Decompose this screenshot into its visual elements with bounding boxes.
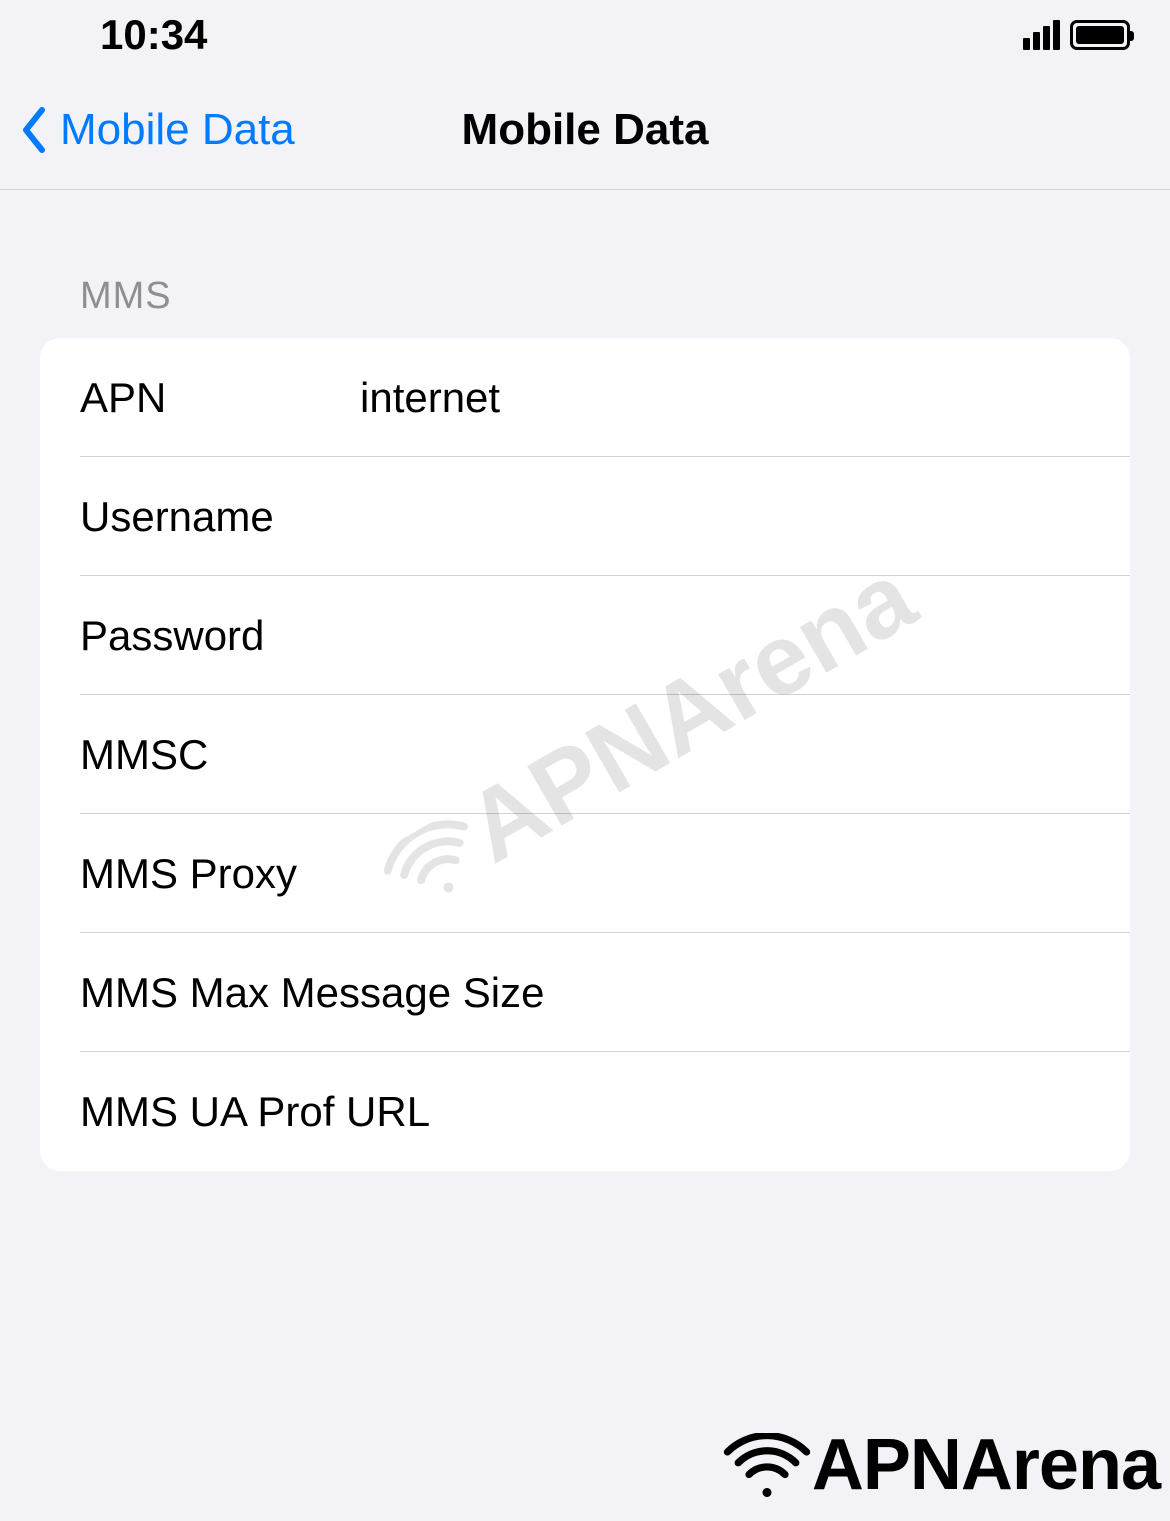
apn-row[interactable]: APN [40, 338, 1130, 457]
page-title: Mobile Data [462, 105, 709, 155]
back-button[interactable]: Mobile Data [20, 105, 295, 155]
username-label: Username [80, 493, 360, 541]
username-input[interactable] [360, 493, 1090, 541]
password-label: Password [80, 612, 360, 660]
mms-ua-input[interactable] [430, 1088, 1090, 1136]
mms-proxy-label: MMS Proxy [80, 850, 297, 898]
mmsc-input[interactable] [360, 731, 1090, 779]
watermark-bottom: APNArena [722, 1424, 1160, 1506]
mmsc-label: MMSC [80, 731, 360, 779]
watermark-text: APNArena [812, 1424, 1160, 1506]
mms-ua-row[interactable]: MMS UA Prof URL [40, 1052, 1130, 1171]
password-input[interactable] [360, 612, 1090, 660]
mms-max-input[interactable] [544, 969, 1090, 1017]
apn-label: APN [80, 374, 360, 422]
battery-icon [1070, 20, 1130, 50]
mmsc-row[interactable]: MMSC [40, 695, 1130, 814]
mms-max-row[interactable]: MMS Max Message Size [40, 933, 1130, 1052]
settings-group-mms: APN Username Password MMSC MMS Proxy MMS… [40, 338, 1130, 1171]
mms-proxy-row[interactable]: MMS Proxy [40, 814, 1130, 933]
mms-proxy-input[interactable] [297, 850, 1090, 898]
status-time: 10:34 [100, 11, 207, 59]
back-label: Mobile Data [60, 105, 295, 155]
cellular-signal-icon [1023, 20, 1060, 50]
navigation-header: Mobile Data Mobile Data [0, 70, 1170, 190]
username-row[interactable]: Username [40, 457, 1130, 576]
mms-ua-label: MMS UA Prof URL [80, 1088, 430, 1136]
password-row[interactable]: Password [40, 576, 1130, 695]
wifi-icon [722, 1433, 812, 1498]
status-bar: 10:34 [0, 0, 1170, 70]
content-area: MMS APN Username Password MMSC MMS Proxy… [0, 190, 1170, 1171]
apn-input[interactable] [360, 374, 1090, 422]
status-indicators [1023, 20, 1130, 50]
mms-max-label: MMS Max Message Size [80, 969, 544, 1017]
chevron-left-icon [20, 106, 48, 154]
section-header-mms: MMS [40, 190, 1130, 338]
